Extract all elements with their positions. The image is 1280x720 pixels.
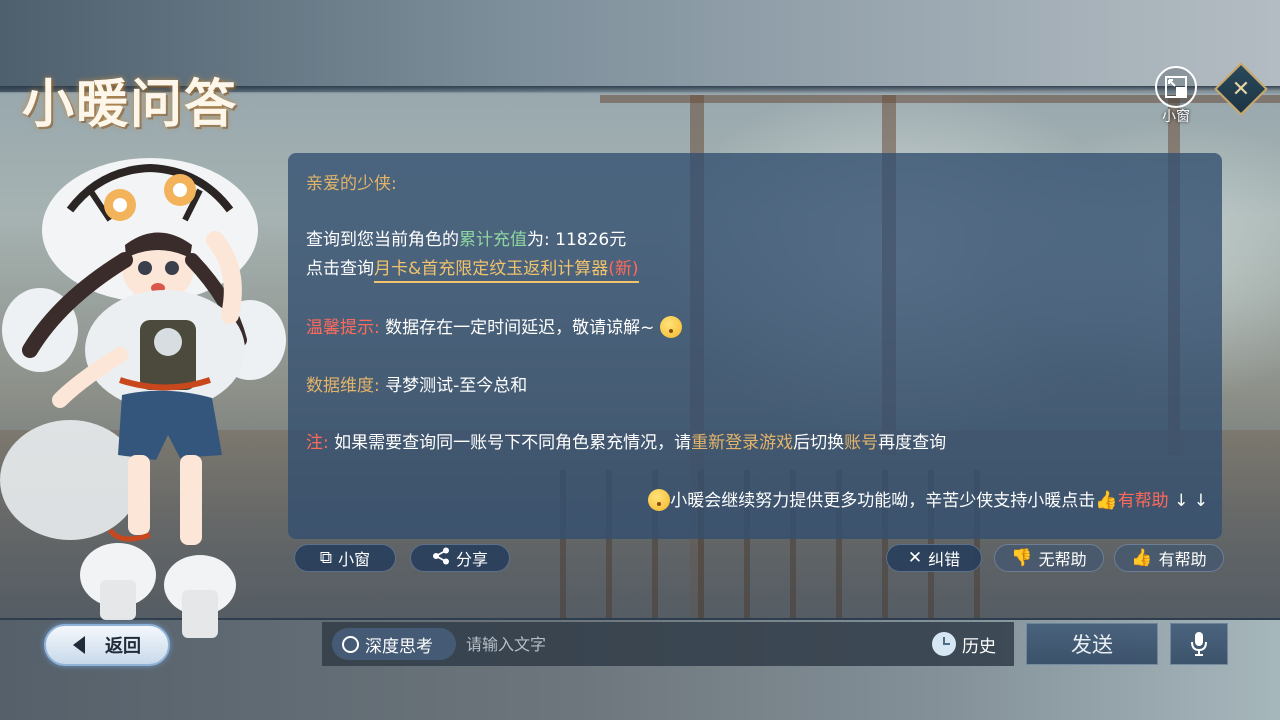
mini-window-top-label: 小窗	[1162, 109, 1190, 125]
correct-error-label: 纠错	[928, 550, 961, 569]
note-middle: 后切换	[793, 433, 845, 453]
calculator-link-text: 月卡&首充限定纹玉返利计算器	[374, 259, 609, 279]
thumbs-up-icon: 👍	[1131, 548, 1153, 568]
dimension-line: 数据维度: 寻梦测试-至今总和	[306, 371, 527, 396]
dimension-text: 寻梦测试-至今总和	[385, 376, 528, 396]
history-button[interactable]: 历史	[932, 630, 996, 658]
note-relogin: 重新登录游戏	[691, 433, 794, 453]
close-icon: ✕	[1231, 76, 1251, 102]
back-label: 返回	[105, 636, 141, 657]
shy-emoji-icon	[648, 489, 671, 511]
query-suffix: 为: 11826元	[527, 230, 627, 250]
dimension-label: 数据维度:	[306, 376, 380, 396]
calculator-link[interactable]: 月卡&首充限定纹玉返利计算器(新)	[374, 259, 639, 283]
thumbs-up-emoji-icon: 👍	[1095, 490, 1118, 511]
helpful-label: 有帮助	[1158, 550, 1207, 569]
query-highlight: 累计充值	[459, 230, 527, 250]
deep-think-label: 深度思考	[365, 636, 433, 657]
page-title: 小暖问答	[22, 74, 239, 135]
xiaonuan-character-illustration	[0, 158, 286, 638]
radio-circle-icon	[342, 635, 359, 653]
back-button[interactable]: 返回	[44, 624, 170, 666]
note-account: 账号	[844, 433, 879, 453]
shy-emoji-icon	[659, 316, 682, 338]
share-button[interactable]: 分享	[410, 544, 510, 572]
message-input[interactable]	[466, 630, 916, 658]
thumbs-down-icon: 👎	[1011, 548, 1033, 568]
not-helpful-label: 无帮助	[1038, 550, 1087, 569]
footer-arrows: ↓ ↓	[1174, 491, 1208, 511]
note-line: 注: 如果需要查询同一账号下不同角色累充情况，请重新登录游戏后切换账号再度查询	[306, 428, 946, 453]
clock-icon	[932, 632, 956, 656]
query-prefix: 查询到您当前角色的	[306, 230, 459, 250]
mini-window-icon	[1155, 66, 1197, 108]
note-label: 注:	[306, 433, 329, 453]
tip-line: 温馨提示: 数据存在一定时间延迟，敬请谅解~	[306, 313, 682, 338]
microphone-button[interactable]	[1170, 623, 1228, 665]
link-prefix: 点击查询	[306, 259, 374, 279]
tip-text: 数据存在一定时间延迟，敬请谅解~	[385, 318, 655, 338]
send-label: 发送	[1071, 633, 1113, 657]
mini-window-icon: ⧉	[319, 548, 333, 568]
deep-think-toggle[interactable]: 深度思考	[332, 628, 456, 660]
note-suffix: 再度查询	[878, 433, 947, 453]
mini-window-top-button[interactable]: 小窗	[1154, 66, 1198, 125]
tip-label: 温馨提示:	[306, 318, 380, 338]
greeting-text: 亲爱的少侠:	[306, 174, 397, 194]
calculator-link-line: 点击查询月卡&首充限定纹玉返利计算器(新)	[306, 254, 639, 283]
footer-text: 小暖会继续努力提供更多功能呦，辛苦少侠支持小暖点击	[670, 491, 1096, 511]
send-button[interactable]: 发送	[1026, 623, 1158, 665]
share-icon	[432, 547, 450, 570]
mini-window-button[interactable]: ⧉ 小窗	[294, 544, 396, 572]
correct-error-button[interactable]: ✕ 纠错	[886, 544, 982, 572]
helpful-button[interactable]: 👍 有帮助	[1114, 544, 1224, 572]
footer-line: 小暖会继续努力提供更多功能呦，辛苦少侠支持小暖点击👍有帮助 ↓ ↓	[648, 486, 1208, 511]
footer-helpful: 有帮助	[1117, 491, 1169, 511]
note-prefix: 如果需要查询同一账号下不同角色累充情况，请	[334, 433, 692, 453]
answer-panel: 亲爱的少侠: 查询到您当前角色的累计充值为: 11826元 点击查询月卡&首充限…	[288, 153, 1222, 539]
not-helpful-button[interactable]: 👎 无帮助	[994, 544, 1104, 572]
cross-icon: ✕	[907, 548, 923, 568]
microphone-icon	[1191, 632, 1207, 656]
history-label: 历史	[962, 636, 996, 657]
recharge-query-line: 查询到您当前角色的累计充值为: 11826元	[306, 225, 626, 250]
share-label: 分享	[455, 550, 488, 569]
mini-window-label: 小窗	[338, 550, 371, 569]
calculator-link-new: (新)	[608, 259, 639, 279]
back-arrow-icon	[73, 636, 85, 654]
